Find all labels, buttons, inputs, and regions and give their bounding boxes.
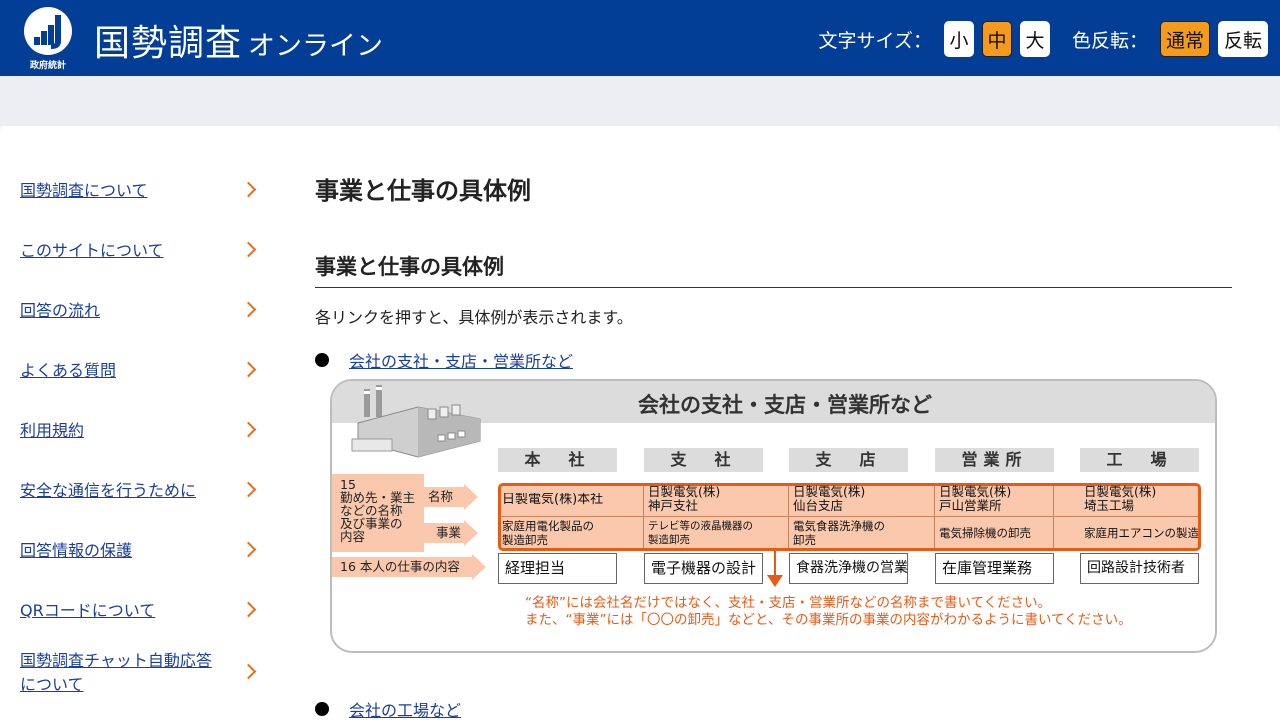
note-line: また、“事業”には「〇〇の卸売」などと、その事業所の事業の内容がわかるように書い… [525, 612, 1132, 628]
sidebar-item-label[interactable]: QRコードについて [20, 599, 220, 623]
description-text: 各リンクを押すと、具体例が表示されます。 [315, 308, 633, 327]
column-header: 本 社 [498, 448, 617, 472]
sidebar-item-label[interactable]: 国勢調査について [20, 179, 220, 203]
name-cell: 日製電気(株) 埼玉工場 [1084, 485, 1157, 513]
job-cell: 在庫管理業務 [935, 553, 1054, 584]
chevron-right-icon [240, 241, 257, 258]
example-diagram: 会社の支社・支店・営業所など 本 社 支 社 支 店 営業所 工 場 15 勤め… [330, 379, 1217, 653]
arrow-down-head-icon [767, 575, 783, 587]
diagram-note: “名称”には会社名だけではなく、支社・支店・営業所などの名称まで書いてください。… [525, 595, 1132, 629]
chevron-right-icon [240, 181, 257, 198]
business-cell: 家庭用エアコンの製造 [1084, 526, 1198, 540]
arrow-right-icon [464, 520, 478, 546]
logo-emblem-icon [24, 7, 72, 55]
job-cell: 回路設計技術者 [1080, 553, 1199, 584]
column-header: 営業所 [935, 448, 1054, 472]
sidebar-item-label[interactable]: よくある質問 [20, 359, 220, 383]
sidebar-item-about-census[interactable]: 国勢調査について [20, 161, 260, 221]
font-size-small-button[interactable]: 小 [943, 21, 974, 57]
factory-illustration-icon [351, 385, 481, 458]
site-header: 政府統計 国勢調査 オンライン 文字サイズ： 小 中 大 色反転： 通常 反転 [0, 0, 1280, 76]
sidebar-nav: 国勢調査について このサイトについて 回答の流れ よくある質問 利用規約 安全な… [20, 161, 260, 705]
column-header: 支 社 [644, 448, 763, 472]
job-label: 16 本人の仕事の内容 [332, 557, 472, 577]
color-invert-label: 色反転： [1071, 29, 1148, 52]
sidebar-item-terms[interactable]: 利用規約 [20, 401, 260, 461]
job-cell: 経理担当 [498, 553, 617, 584]
chevron-right-icon [240, 663, 257, 680]
link-branch-offices[interactable]: 会社の支社・支店・営業所など [349, 348, 573, 372]
display-controls: 文字サイズ： 小 中 大 色反転： 通常 反転 [819, 20, 1268, 58]
field-15-label: 15 勤め先・業主 などの名称 及び事業の 内容 [332, 474, 424, 552]
business-cell: 電気掃除機の卸売 [939, 526, 1031, 540]
sidebar-item-data-protection[interactable]: 回答情報の保護 [20, 521, 260, 581]
page-title: 事業と仕事の具体例 [315, 177, 531, 205]
chevron-right-icon [240, 361, 257, 378]
site-title-main: 国勢調査 [94, 23, 243, 64]
business-label: 事業 [424, 523, 464, 543]
chevron-right-icon [240, 481, 257, 498]
name-cell: 日製電気(株) 神戸支社 [648, 485, 721, 513]
column-header: 工 場 [1080, 448, 1199, 472]
sidebar-item-chatbot[interactable]: 国勢調査チャット自動応答について [20, 641, 260, 705]
job-cell: 食器洗浄機の営業 [789, 553, 908, 584]
column-divider [934, 486, 935, 548]
diagram-title: 会社の支社・支店・営業所など [638, 393, 932, 417]
color-normal-button[interactable]: 通常 [1160, 21, 1210, 57]
logo-caption: 政府統計 [29, 61, 66, 71]
list-item: 会社の支社・支店・営業所など [315, 348, 573, 372]
sidebar-item-label[interactable]: このサイトについて [20, 239, 220, 263]
link-factories[interactable]: 会社の工場など [349, 697, 461, 720]
chevron-right-icon [240, 601, 257, 618]
sidebar-item-label[interactable]: 回答情報の保護 [20, 539, 220, 563]
bullet-icon [315, 702, 329, 716]
font-size-large-button[interactable]: 大 [1019, 21, 1050, 57]
name-cell: 日製電気(株) 戸山営業所 [939, 485, 1012, 513]
sidebar-item-label[interactable]: 利用規約 [20, 419, 220, 443]
note-line: “名称”には会社名だけではなく、支社・支店・営業所などの名称まで書いてください。 [525, 595, 1052, 611]
site-title-sub: オンライン [248, 31, 384, 62]
business-cell: 電気食器洗浄機の 卸売 [793, 519, 885, 547]
arrow-right-icon [464, 484, 478, 510]
section-title: 事業と仕事の具体例 [315, 251, 1232, 288]
color-invert-button[interactable]: 反転 [1218, 21, 1268, 57]
chevron-right-icon [240, 421, 257, 438]
business-cell: テレビ等の液晶機器の 製造卸売 [648, 520, 753, 546]
column-divider [1053, 486, 1054, 548]
chevron-right-icon [240, 541, 257, 558]
sidebar-item-faq[interactable]: よくある質問 [20, 341, 260, 401]
sidebar-item-label[interactable]: 国勢調査チャット自動応答について [20, 649, 216, 697]
arrow-right-icon [472, 554, 486, 580]
list-item: 会社の工場など [315, 697, 461, 720]
sidebar-item-label[interactable]: 回答の流れ [20, 299, 220, 323]
sidebar-item-qr-code[interactable]: QRコードについて [20, 581, 260, 641]
job-cell: 電子機器の設計 [644, 553, 763, 584]
font-size-label: 文字サイズ： [818, 29, 932, 52]
header-spacer-band [0, 76, 1280, 126]
font-size-medium-button[interactable]: 中 [981, 21, 1012, 57]
sidebar-item-answer-flow[interactable]: 回答の流れ [20, 281, 260, 341]
column-divider [788, 486, 789, 548]
sidebar-item-label[interactable]: 安全な通信を行うために [20, 479, 220, 503]
business-cell: 家庭用電化製品の 製造卸売 [502, 519, 594, 547]
name-cell: 日製電気(株) 仙台支店 [793, 485, 866, 513]
chevron-right-icon [240, 301, 257, 318]
field-15-text: 15 勤め先・業主 などの名称 及び事業の 内容 [340, 477, 416, 544]
government-statistics-logo[interactable]: 政府統計 [22, 7, 74, 71]
arrow-down-icon [774, 551, 776, 577]
name-label: 名称 [424, 487, 464, 507]
site-title[interactable]: 国勢調査 オンライン [94, 14, 383, 66]
bullet-icon [315, 353, 329, 367]
column-divider [643, 486, 644, 548]
sidebar-item-about-site[interactable]: このサイトについて [20, 221, 260, 281]
column-header: 支 店 [789, 448, 908, 472]
sidebar-item-secure-communication[interactable]: 安全な通信を行うために [20, 461, 260, 521]
